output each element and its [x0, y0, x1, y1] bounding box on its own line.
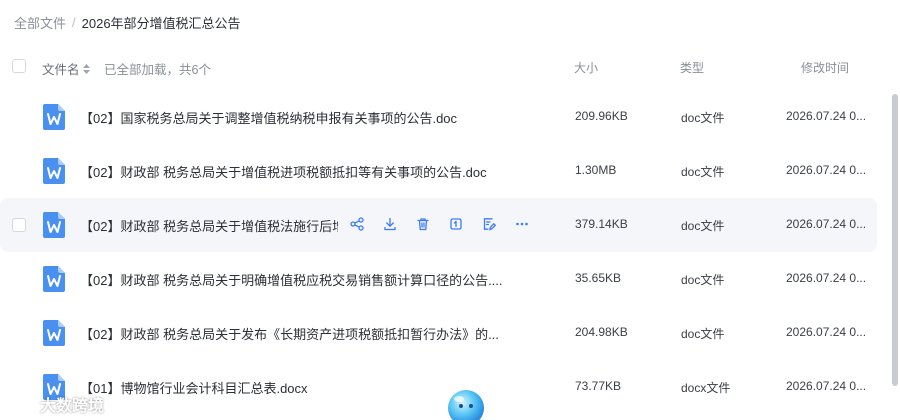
- word-file-icon: [43, 320, 65, 346]
- file-size: 379.14KB: [575, 217, 628, 231]
- table-row[interactable]: 【02】国家税务总局关于调整增值税纳税申报有关事项的公告.doc 209.96K…: [0, 90, 885, 144]
- file-name[interactable]: 【02】财政部 税务总局关于增值税法施行后增: [80, 216, 338, 235]
- column-header-size[interactable]: 大小: [574, 59, 598, 76]
- file-name[interactable]: 【02】财政部 税务总局关于增值税进项税额抵扣等有关事项的公告.doc: [80, 162, 487, 181]
- file-modified: 2026.07.24 0...: [786, 217, 867, 231]
- row-actions: [340, 214, 538, 234]
- column-header-name-label: 文件名: [42, 63, 80, 77]
- table-header: 文件名 已全部加载，共6个 大小 类型 修改时间: [0, 52, 885, 82]
- sort-icon[interactable]: [82, 63, 90, 74]
- column-header-type[interactable]: 类型: [680, 59, 704, 76]
- download-icon[interactable]: [373, 214, 406, 234]
- word-file-icon: [43, 266, 65, 292]
- breadcrumb-root-link[interactable]: 全部文件: [14, 13, 66, 32]
- share-icon[interactable]: [340, 214, 373, 234]
- table-row-hovered[interactable]: 【02】财政部 税务总局关于增值税法施行后增 379.14KB doc文件 20: [0, 198, 877, 252]
- vertical-scrollbar[interactable]: [892, 94, 898, 386]
- file-list: 【02】国家税务总局关于调整增值税纳税申报有关事项的公告.doc 209.96K…: [0, 90, 885, 414]
- file-size: 1.30MB: [575, 163, 617, 177]
- word-file-icon: [43, 104, 65, 130]
- column-header-modified[interactable]: 修改时间: [801, 59, 849, 76]
- table-row[interactable]: 【02】财政部 税务总局关于明确增值税应税交易销售额计算口径的公告.... 35…: [0, 252, 885, 306]
- file-modified: 2026.07.24 0...: [786, 163, 867, 177]
- breadcrumb-current: 2026年部分增值税汇总公告: [81, 16, 241, 31]
- select-all-checkbox[interactable]: [12, 59, 26, 73]
- watermark: 大数跨境: [6, 392, 104, 416]
- assistant-bubble-icon[interactable]: [444, 384, 488, 420]
- file-type: doc文件: [681, 327, 725, 341]
- edit-icon[interactable]: [472, 214, 505, 234]
- file-type: docx文件: [681, 381, 731, 395]
- file-name[interactable]: 【02】财政部 税务总局关于明确增值税应税交易销售额计算口径的公告....: [80, 270, 503, 289]
- row-checkbox[interactable]: [12, 218, 26, 232]
- file-modified: 2026.07.24 0...: [786, 271, 867, 285]
- file-type: doc文件: [681, 219, 725, 233]
- file-type: doc文件: [681, 165, 725, 179]
- file-name[interactable]: 【02】国家税务总局关于调整增值税纳税申报有关事项的公告.doc: [80, 108, 457, 127]
- word-file-icon: [43, 158, 65, 184]
- file-size: 35.65KB: [575, 271, 622, 285]
- column-header-name[interactable]: 文件名: [42, 59, 90, 78]
- file-name[interactable]: 【01】博物馆行业会计科目汇总表.docx: [80, 378, 308, 397]
- more-icon[interactable]: [505, 214, 538, 234]
- copy-icon[interactable]: [439, 214, 472, 234]
- file-name[interactable]: 【02】财政部 税务总局关于发布《长期资产进项税额抵扣暂行办法》的...: [80, 324, 499, 343]
- file-size: 204.98KB: [575, 325, 628, 339]
- table-row[interactable]: 【02】财政部 税务总局关于发布《长期资产进项税额抵扣暂行办法》的... 204…: [0, 306, 885, 360]
- table-row[interactable]: 【01】博物馆行业会计科目汇总表.docx 73.77KB docx文件 202…: [0, 360, 885, 414]
- file-type: doc文件: [681, 273, 725, 287]
- delete-icon[interactable]: [406, 214, 439, 234]
- watermark-text: 大数跨境: [40, 398, 105, 415]
- file-type: doc文件: [681, 111, 725, 125]
- breadcrumb-separator: /: [72, 15, 76, 30]
- file-size: 209.96KB: [575, 109, 628, 123]
- file-modified: 2026.07.24 0...: [786, 325, 867, 339]
- watermark-logo-icon: [7, 396, 33, 412]
- table-row[interactable]: 【02】财政部 税务总局关于增值税进项税额抵扣等有关事项的公告.doc 1.30…: [0, 144, 885, 198]
- loaded-status: 已全部加载，共6个: [104, 63, 211, 77]
- word-file-icon: [43, 212, 65, 238]
- breadcrumb: 全部文件 / 2026年部分增值税汇总公告: [14, 13, 241, 32]
- file-size: 73.77KB: [575, 379, 622, 393]
- file-modified: 2026.07.24 0...: [786, 109, 867, 123]
- file-modified: 2026.07.24 0...: [786, 379, 867, 393]
